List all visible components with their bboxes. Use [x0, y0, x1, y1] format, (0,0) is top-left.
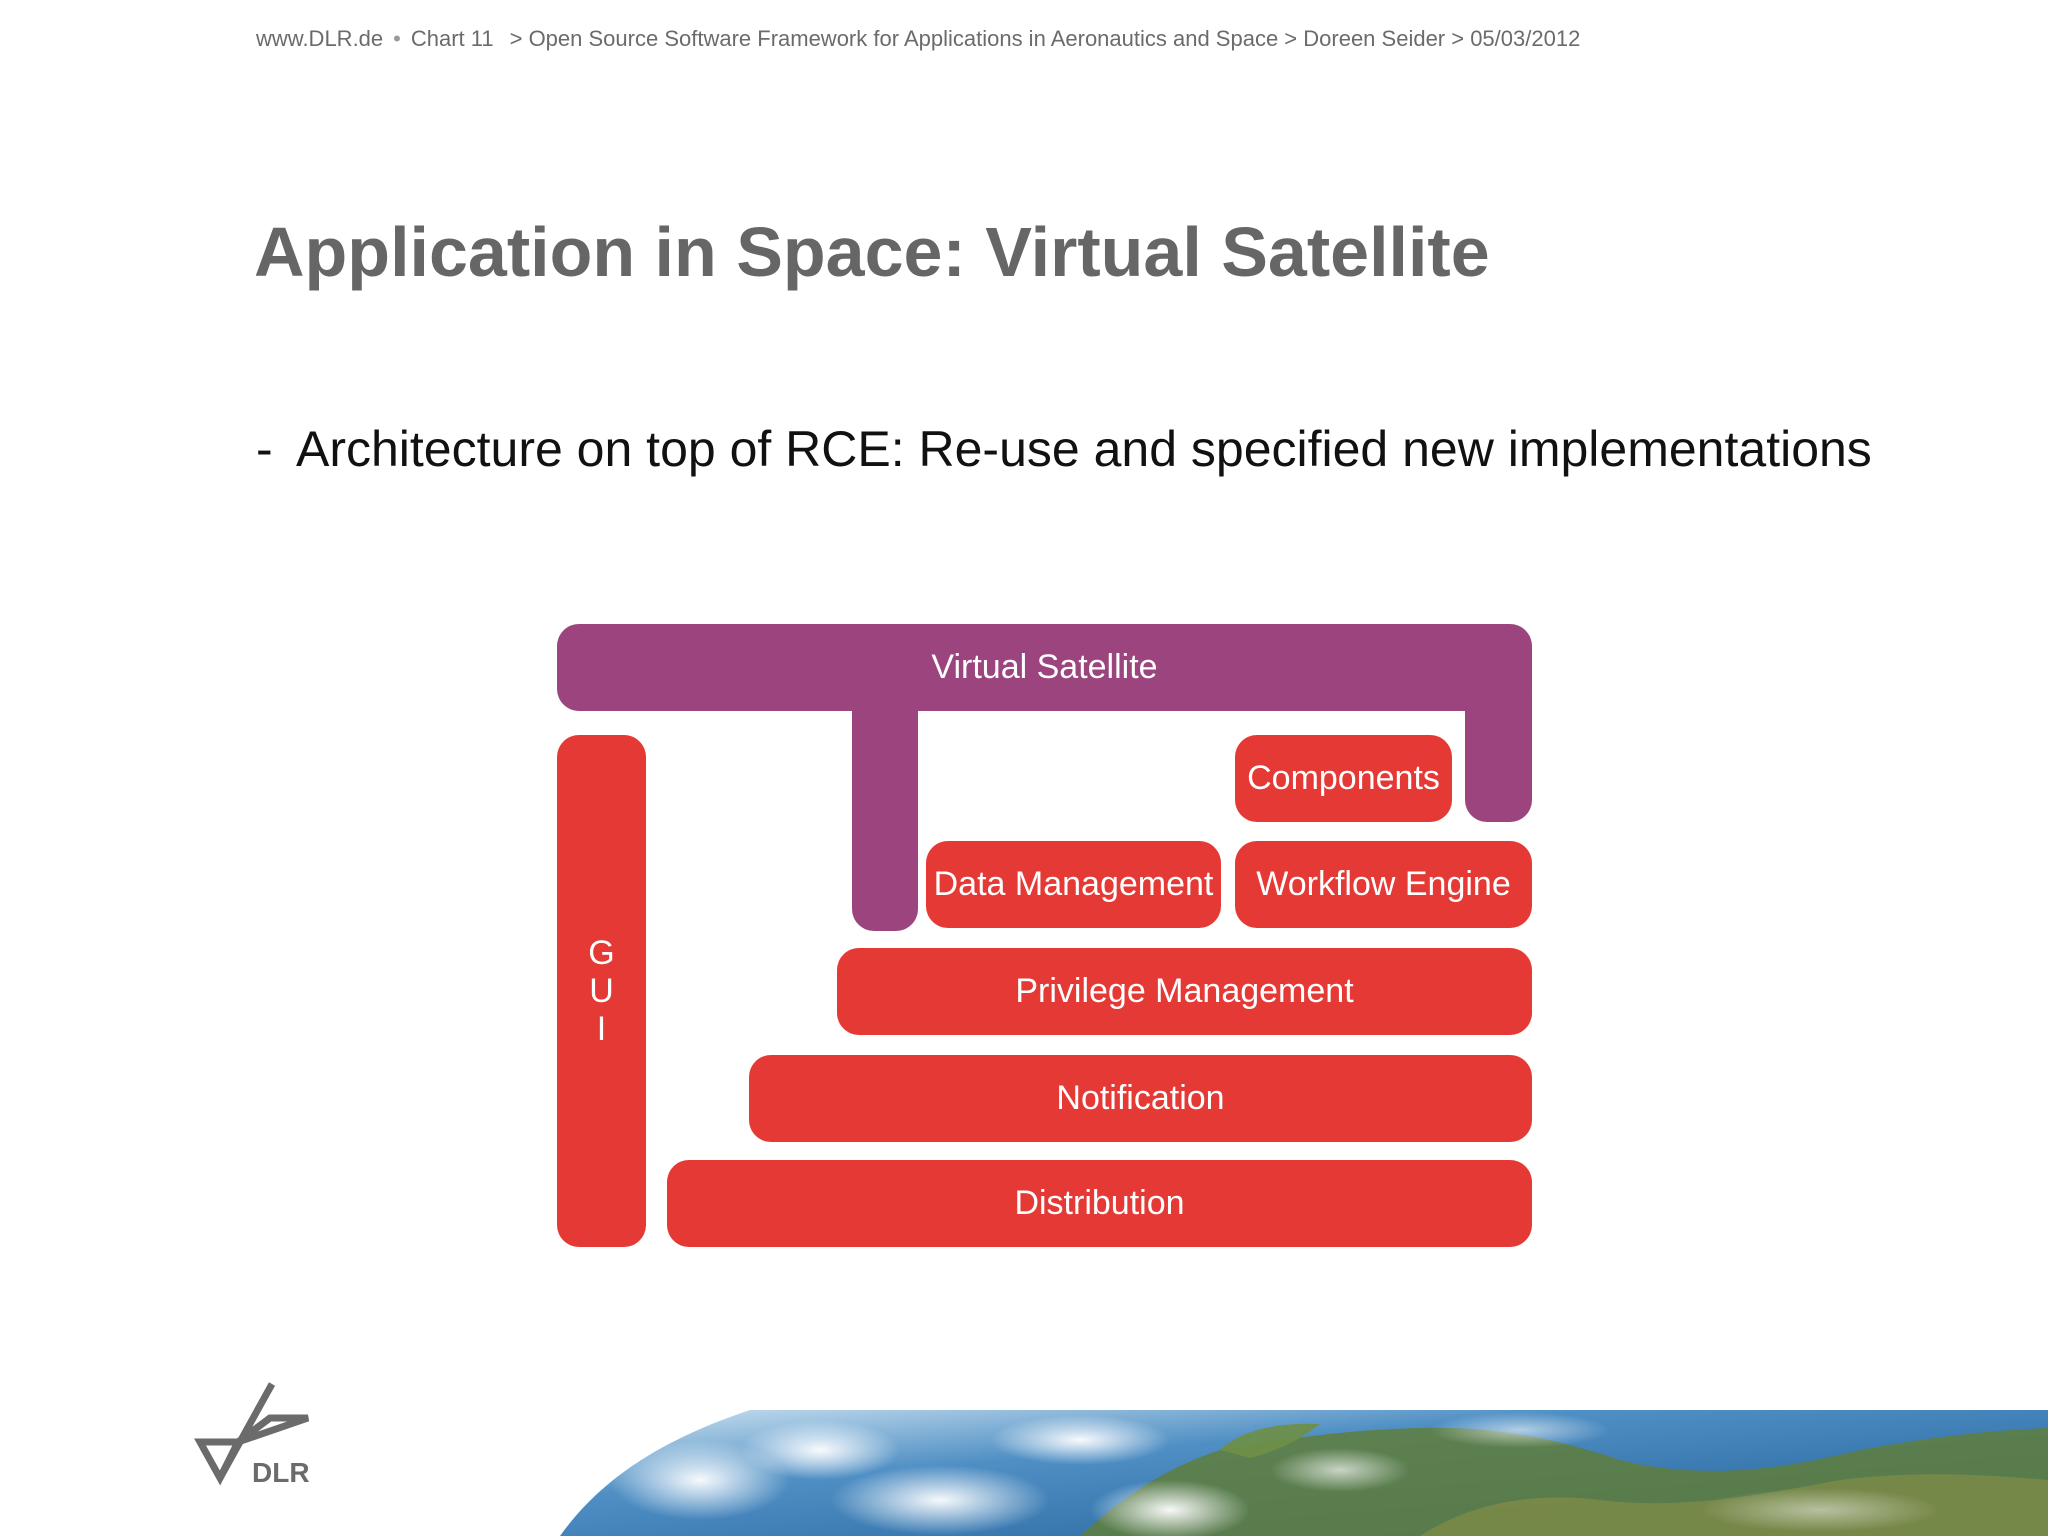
distribution-label: Distribution [1014, 1184, 1185, 1222]
slide: www.DLR.de • Chart 11 > Open Source Softwar… [0, 0, 2048, 1536]
notification-block: Notification [749, 1055, 1532, 1142]
components-label: Components [1247, 759, 1440, 797]
notification-label: Notification [1056, 1079, 1225, 1117]
workflow-engine-block: Workflow Engine [1235, 841, 1532, 928]
components-block: Components [1235, 735, 1452, 822]
distribution-block: Distribution [667, 1160, 1532, 1247]
gui-letter-i: I [596, 1010, 607, 1048]
gui-letter-g: G [588, 934, 615, 972]
privilege-management-block: Privilege Management [837, 948, 1532, 1035]
workflow-engine-label: Workflow Engine [1256, 865, 1511, 903]
gui-block: G U I [557, 735, 646, 1247]
dlr-logo-text: DLR [252, 1457, 310, 1488]
virtual-satellite-left-leg [852, 690, 918, 931]
virtual-satellite-label: Virtual Satellite [931, 648, 1158, 686]
earth-image [560, 1410, 2048, 1536]
privilege-management-label: Privilege Management [1015, 972, 1354, 1010]
data-management-block: Data Management [926, 841, 1221, 928]
virtual-satellite-block: Virtual Satellite [557, 624, 1532, 711]
gui-letter-u: U [589, 972, 614, 1010]
architecture-diagram: Virtual Satellite G U I Components Data … [0, 0, 2048, 1536]
data-management-label: Data Management [933, 865, 1214, 903]
